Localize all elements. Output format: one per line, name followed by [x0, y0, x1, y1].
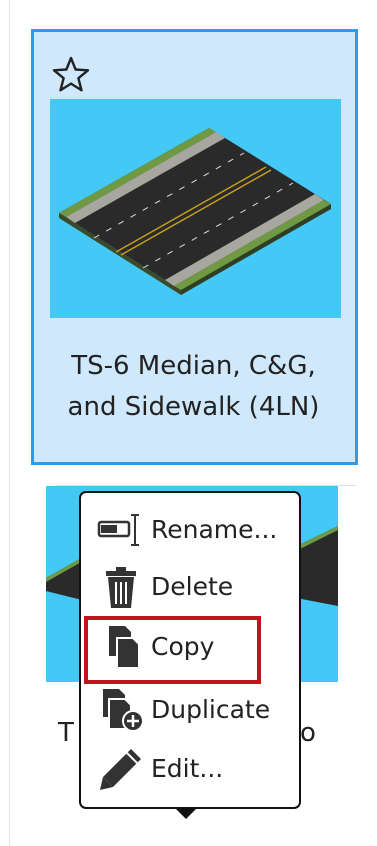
template-thumbnail[interactable]: [50, 99, 341, 318]
menu-item-delete[interactable]: Delete: [95, 562, 291, 612]
menu-item-label: Rename...: [151, 515, 278, 544]
template-card-title: TS-6 Median, C&G, and Sidewalk (4LN): [30, 346, 357, 428]
menu-item-label: Delete: [151, 572, 234, 601]
template-card-2-title-start: T: [58, 718, 74, 748]
menu-item-edit[interactable]: Edit...: [95, 744, 291, 794]
panel-divider: [9, 0, 10, 846]
title-line-2: and Sidewalk (4LN): [67, 392, 320, 422]
trash-icon: [106, 567, 136, 608]
menu-item-label: Duplicate: [151, 695, 271, 724]
template-card-2-title-end: o: [300, 718, 316, 748]
favorite-star-icon[interactable]: [51, 55, 91, 95]
title-line-1: TS-6 Median, C&G,: [71, 351, 316, 381]
copy-highlight-box: [84, 616, 261, 684]
duplicate-icon: [103, 689, 144, 732]
menu-item-duplicate[interactable]: Duplicate: [95, 685, 291, 735]
context-menu-pointer: [174, 807, 198, 819]
pencil-icon: [100, 749, 141, 790]
rename-icon: [97, 514, 139, 546]
menu-item-label: Edit...: [151, 754, 224, 783]
menu-item-rename[interactable]: Rename...: [95, 505, 291, 555]
